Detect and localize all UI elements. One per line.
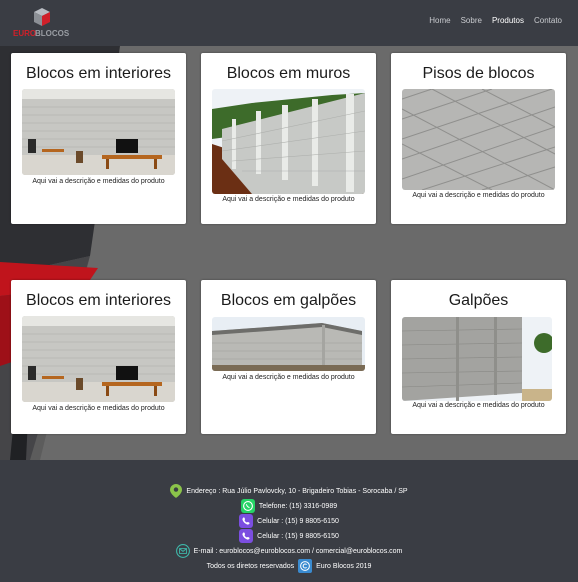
euroblocos-logo[interactable]: EURO BLOCOS [11, 6, 73, 38]
site-footer: Endereço : Rua Júlio Pavlovcky, 10 - Bri… [0, 460, 578, 582]
main-nav: Home Sobre Produtos Contato [429, 16, 562, 25]
product-image-warehouse [212, 317, 365, 371]
footer-email: E-mail : euroblocos@euroblocos.com / com… [0, 544, 578, 558]
product-description: Aqui vai a descrição e medidas do produt… [222, 196, 355, 203]
rights-text: Todos os diretos reservados [206, 562, 295, 570]
nav-contato-link[interactable]: Contato [534, 16, 562, 25]
nav-sobre-link[interactable]: Sobre [461, 16, 482, 25]
product-title: Galpões [448, 292, 509, 309]
viber-phone-icon[interactable] [239, 514, 254, 528]
footer-mobile-1: Celular : (15) 9 8805-6150 [0, 514, 578, 528]
copyright-text: Euro Blocos 2019 [316, 562, 372, 570]
product-description: Aqui vai a descrição e medidas do produt… [412, 192, 545, 199]
product-description: Aqui vai a descrição e medidas do produt… [412, 402, 545, 409]
product-card[interactable]: Galpões Aqui vai a descrição e medidas d… [391, 280, 566, 434]
product-card[interactable]: Blocos em interiores Aqui vai a descriçã… [11, 280, 186, 434]
product-card[interactable]: Blocos em galpões Aqui vai a descrição e… [201, 280, 376, 434]
product-title: Blocos em galpões [220, 292, 357, 309]
product-image-interior [22, 89, 175, 175]
svg-text:EURO: EURO [13, 29, 36, 38]
footer-mobile-2: Celular : (15) 9 8805-6150 [0, 529, 578, 543]
email-text[interactable]: E-mail : euroblocos@euroblocos.com / com… [194, 548, 403, 555]
product-image-wall [212, 89, 365, 194]
mail-icon[interactable] [175, 544, 190, 558]
viber-phone-icon[interactable] [239, 529, 254, 543]
mobile-text-2: Celular : (15) 9 8805-6150 [257, 532, 339, 540]
product-card[interactable]: Blocos em muros Aqui vai a descrição e m… [201, 53, 376, 224]
map-pin-icon [170, 484, 183, 498]
address-text: Endereço : Rua Júlio Pavlovcky, 10 - Bri… [186, 487, 408, 495]
product-image-interior [22, 316, 175, 402]
mobile-text-1: Celular : (15) 9 8805-6150 [257, 517, 339, 525]
copyright-icon [298, 559, 313, 573]
product-description: Aqui vai a descrição e medidas do produt… [32, 405, 165, 412]
phone-text: Telefone: (15) 3316-0989 [258, 502, 338, 510]
product-title: Blocos em interiores [26, 65, 171, 82]
product-description: Aqui vai a descrição e medidas do produt… [32, 178, 165, 185]
product-title: Pisos de blocos [422, 65, 535, 82]
product-image-shed [402, 317, 552, 401]
site-header: EURO BLOCOS Home Sobre Produtos Contato [0, 0, 578, 46]
nav-home-link[interactable]: Home [429, 16, 450, 25]
product-card[interactable]: Pisos de blocos Aqui vai a descrição e m… [391, 53, 566, 224]
product-image-paving [402, 89, 555, 190]
footer-address: Endereço : Rua Júlio Pavlovcky, 10 - Bri… [0, 484, 578, 498]
product-title: Blocos em muros [226, 65, 351, 82]
footer-phone: Telefone: (15) 3316-0989 [0, 499, 578, 513]
product-description: Aqui vai a descrição e medidas do produt… [222, 374, 355, 381]
product-title: Blocos em interiores [26, 292, 171, 309]
svg-text:BLOCOS: BLOCOS [35, 29, 70, 38]
footer-copyright: Todos os diretos reservados Euro Blocos … [0, 559, 578, 573]
product-card[interactable]: Blocos em interiores Aqui vai a descriçã… [11, 53, 186, 224]
whatsapp-icon[interactable] [240, 499, 255, 513]
nav-produtos-link[interactable]: Produtos [492, 16, 524, 25]
products-section: Blocos em interiores Aqui vai a descriçã… [0, 46, 578, 460]
